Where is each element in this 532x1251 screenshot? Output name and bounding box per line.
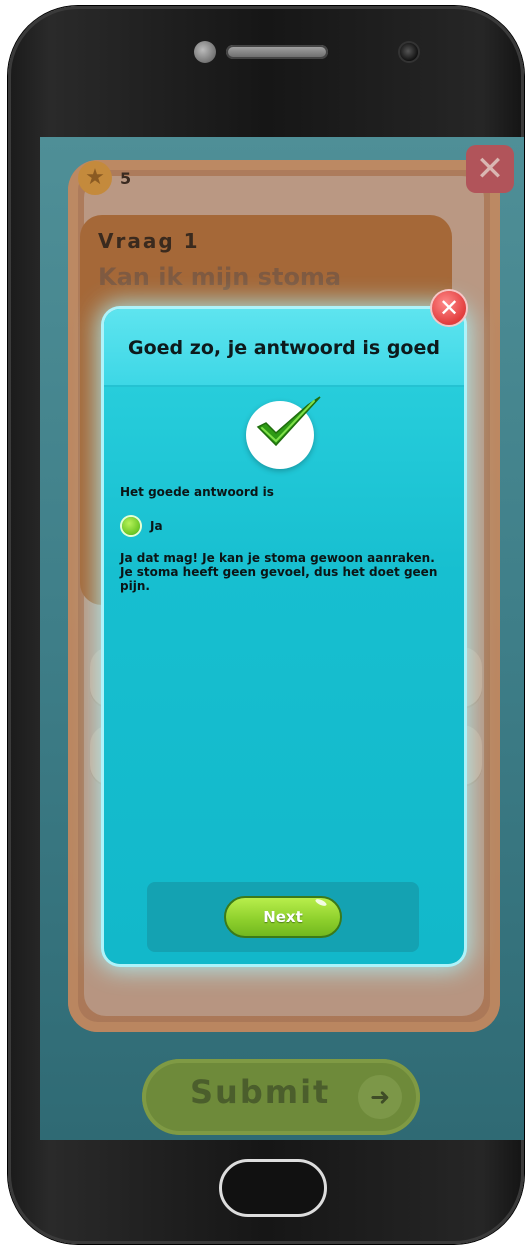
arrow-right-icon: ➜: [358, 1075, 402, 1119]
close-circle-icon[interactable]: ✕: [432, 291, 466, 325]
checkmark-badge: [246, 396, 321, 469]
earpiece-speaker: [226, 45, 328, 59]
phone-frame: ★ 5 Vraag 1 Kan ik mijn stoma ✕ Submit ➜…: [8, 6, 524, 1244]
home-button[interactable]: [219, 1159, 327, 1217]
checkmark-icon: [256, 396, 321, 447]
correct-answer-label: Ja: [150, 519, 163, 533]
dialog-title: Goed zo, je antwoord is goed: [128, 337, 440, 359]
score-display: ★ 5: [78, 161, 131, 195]
score-value: 5: [120, 168, 132, 188]
app-screen: ★ 5 Vraag 1 Kan ik mijn stoma ✕ Submit ➜…: [40, 137, 524, 1140]
answer-explanation: Ja dat mag! Je kan je stoma gewoon aanra…: [120, 551, 438, 593]
green-dot-icon: [122, 517, 140, 535]
submit-button-label: Submit: [190, 1073, 331, 1111]
answer-heading: Het goede antwoord is: [120, 485, 274, 499]
close-icon[interactable]: ✕: [466, 145, 514, 193]
question-label: Vraag 1: [98, 229, 200, 253]
question-text: Kan ik mijn stoma: [98, 263, 342, 291]
submit-button[interactable]: Submit ➜: [142, 1059, 420, 1135]
proximity-sensor: [194, 41, 216, 63]
dialog-footer: Next: [147, 882, 419, 952]
star-coin-icon: ★: [78, 161, 112, 195]
dialog-header: Goed zo, je antwoord is goed: [104, 309, 464, 387]
feedback-dialog: Goed zo, je antwoord is goed ✕ Het goede…: [104, 291, 466, 964]
front-camera: [400, 43, 418, 61]
correct-answer: Ja: [122, 517, 163, 535]
